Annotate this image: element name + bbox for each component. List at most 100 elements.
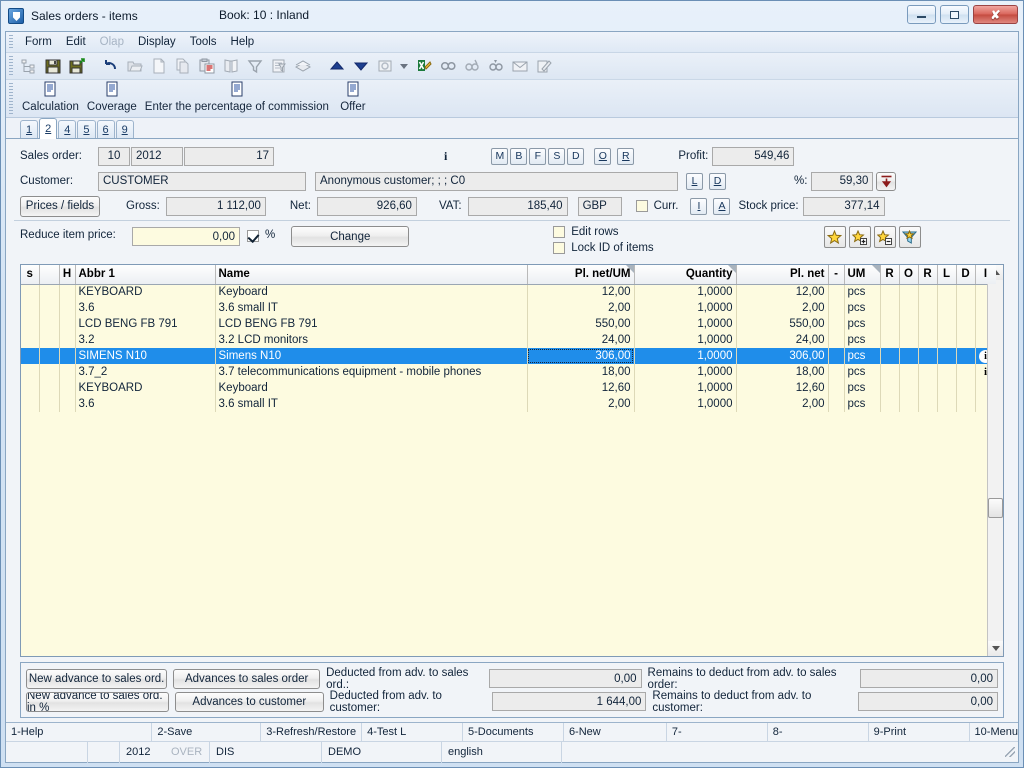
button-l[interactable]: L	[686, 172, 703, 190]
fkey-10-menu[interactable]: 10-Menu	[970, 723, 1018, 742]
filter-list-icon[interactable]	[268, 56, 289, 77]
picture-icon[interactable]	[374, 56, 395, 77]
col-header-s[interactable]: s	[21, 265, 40, 285]
move-up-icon[interactable]	[326, 56, 347, 77]
fkey-9-print[interactable]: 9-Print	[869, 722, 970, 742]
offer-button[interactable]: Offer	[333, 80, 373, 113]
tab-9[interactable]: 9	[115, 120, 134, 138]
tab-4[interactable]: 4	[58, 120, 77, 138]
col-header-pl-net-um[interactable]: Pl. net/UM	[527, 265, 635, 285]
table-row[interactable]: 3.6 3.6 small IT 2,00 1,0000 2,00 pcs	[21, 300, 997, 316]
button-d2[interactable]: D	[709, 172, 726, 190]
reduce-item-price-field[interactable]: 0,00	[132, 227, 240, 246]
button-d[interactable]: D	[567, 147, 585, 165]
table-row[interactable]: 3.2 3.2 LCD monitors 24,00 1,0000 24,00 …	[21, 332, 997, 348]
grid-vertical-scrollbar[interactable]	[987, 265, 1003, 656]
star-button[interactable]	[823, 226, 846, 248]
funnel-star-button[interactable]	[898, 226, 921, 248]
print-preview-icon[interactable]	[292, 56, 313, 77]
sales-order-year-field[interactable]: 2012	[131, 146, 183, 166]
table-row[interactable]: KEYBOARD Keyboard 12,60 1,0000 12,60 pcs	[21, 380, 997, 396]
save-icon[interactable]	[42, 56, 63, 77]
col-header-r1[interactable]: R	[880, 265, 900, 285]
col-header-name[interactable]: Name	[215, 265, 528, 285]
find-icon[interactable]	[437, 56, 458, 77]
maximize-button[interactable]	[940, 5, 969, 24]
fkey-4-test-l[interactable]: 4-Test L	[362, 722, 464, 742]
scroll-track[interactable]	[988, 280, 1003, 641]
star-plus-button[interactable]	[848, 226, 871, 248]
col-header-pl-net[interactable]: Pl. net	[736, 265, 829, 285]
col-header-r2[interactable]: R	[918, 265, 938, 285]
save-as-icon[interactable]	[66, 56, 87, 77]
paste-icon[interactable]	[196, 56, 217, 77]
menu-tools[interactable]: Tools	[183, 34, 224, 50]
edit-note-icon[interactable]	[533, 56, 554, 77]
coverage-button[interactable]: Coverage	[83, 80, 141, 113]
col-header-dash[interactable]: -	[828, 265, 845, 285]
advances-to-sales-order-button[interactable]: Advances to sales order	[173, 668, 321, 689]
tab-2[interactable]: 2	[39, 118, 58, 139]
reduce-percent-checkbox[interactable]	[247, 230, 259, 242]
fkey-1-help[interactable]: 1-Help	[6, 722, 153, 742]
move-down-icon[interactable]	[350, 56, 371, 77]
tab-6[interactable]: 6	[96, 120, 115, 138]
menu-form[interactable]: Form	[18, 34, 59, 50]
menu-gripper[interactable]	[9, 35, 13, 49]
button-a[interactable]: A	[713, 197, 731, 215]
scroll-thumb[interactable]	[988, 498, 1003, 518]
col-header-quantity[interactable]: Quantity	[634, 265, 737, 285]
copy-icon[interactable]	[172, 56, 193, 77]
filter-icon[interactable]	[244, 56, 265, 77]
tab-1[interactable]: 1	[20, 120, 39, 138]
tree-icon[interactable]	[18, 56, 39, 77]
button-b[interactable]: B	[510, 147, 528, 165]
new-advance-to-sales-order-percent-button[interactable]: New advance to sales ord. in %	[26, 691, 169, 712]
toolbar-gripper[interactable]	[9, 56, 13, 76]
col-header-blank[interactable]	[39, 265, 60, 285]
customer-code-field[interactable]: CUSTOMER	[98, 171, 306, 191]
tab-5[interactable]: 5	[77, 120, 96, 138]
table-row[interactable]: 3.6 3.6 small IT 2,00 1,0000 2,00 pcs	[21, 396, 997, 412]
find-next-icon[interactable]	[461, 56, 482, 77]
edit-rows-checkbox[interactable]	[553, 226, 566, 238]
button-m[interactable]: M	[491, 147, 509, 165]
sales-order-number-field[interactable]: 17	[184, 146, 274, 166]
change-button[interactable]: Change	[291, 226, 410, 247]
commission-percentage-button[interactable]: Enter the percentage of commission	[141, 80, 333, 113]
excel-export-icon[interactable]	[413, 56, 434, 77]
button-s[interactable]: S	[548, 147, 566, 165]
table-row[interactable]: LCD BENG FB 791 LCD BENG FB 791 550,00 1…	[21, 316, 997, 332]
menu-help[interactable]: Help	[224, 34, 262, 50]
minimize-button[interactable]	[907, 5, 936, 24]
star-minus-button[interactable]	[873, 226, 896, 248]
mail-icon[interactable]	[509, 56, 530, 77]
find-all-icon[interactable]	[485, 56, 506, 77]
resize-grip-icon[interactable]	[1005, 747, 1015, 757]
new-document-icon[interactable]	[148, 56, 169, 77]
dropdown-arrow-icon[interactable]	[398, 56, 410, 77]
col-header-h[interactable]: H	[59, 265, 76, 285]
col-header-d[interactable]: D	[956, 265, 976, 285]
col-header-l[interactable]: L	[937, 265, 957, 285]
command-toolbar-gripper[interactable]	[9, 83, 13, 114]
currency-field[interactable]: GBP	[577, 196, 622, 216]
undo-icon[interactable]	[100, 56, 121, 77]
table-row[interactable]: KEYBOARD Keyboard 12,00 1,0000 12,00 pcs	[21, 284, 997, 300]
new-advance-to-sales-order-button[interactable]: New advance to sales ord.	[26, 668, 168, 689]
fkey-2-save[interactable]: 2-Save	[152, 722, 262, 742]
lock-id-checkbox[interactable]	[553, 242, 566, 254]
fkey-6-new[interactable]: 6-New	[564, 722, 667, 742]
sales-order-book-field[interactable]: 10	[98, 146, 130, 166]
calculation-button[interactable]: Calculation	[18, 80, 83, 113]
col-header-um[interactable]: UM	[844, 265, 881, 285]
fkey-7[interactable]: 7-	[667, 722, 768, 742]
button-r[interactable]: R	[617, 147, 635, 165]
customer-description-field[interactable]: Anonymous customer; ; ; C0	[315, 171, 678, 191]
menu-edit[interactable]: Edit	[59, 34, 93, 50]
button-i[interactable]: I	[690, 197, 708, 215]
fkey-5-documents[interactable]: 5-Documents	[463, 722, 564, 742]
advances-to-customer-button[interactable]: Advances to customer	[175, 691, 324, 712]
fkey-8[interactable]: 8-	[768, 722, 869, 742]
close-button[interactable]: ✘	[973, 5, 1018, 24]
